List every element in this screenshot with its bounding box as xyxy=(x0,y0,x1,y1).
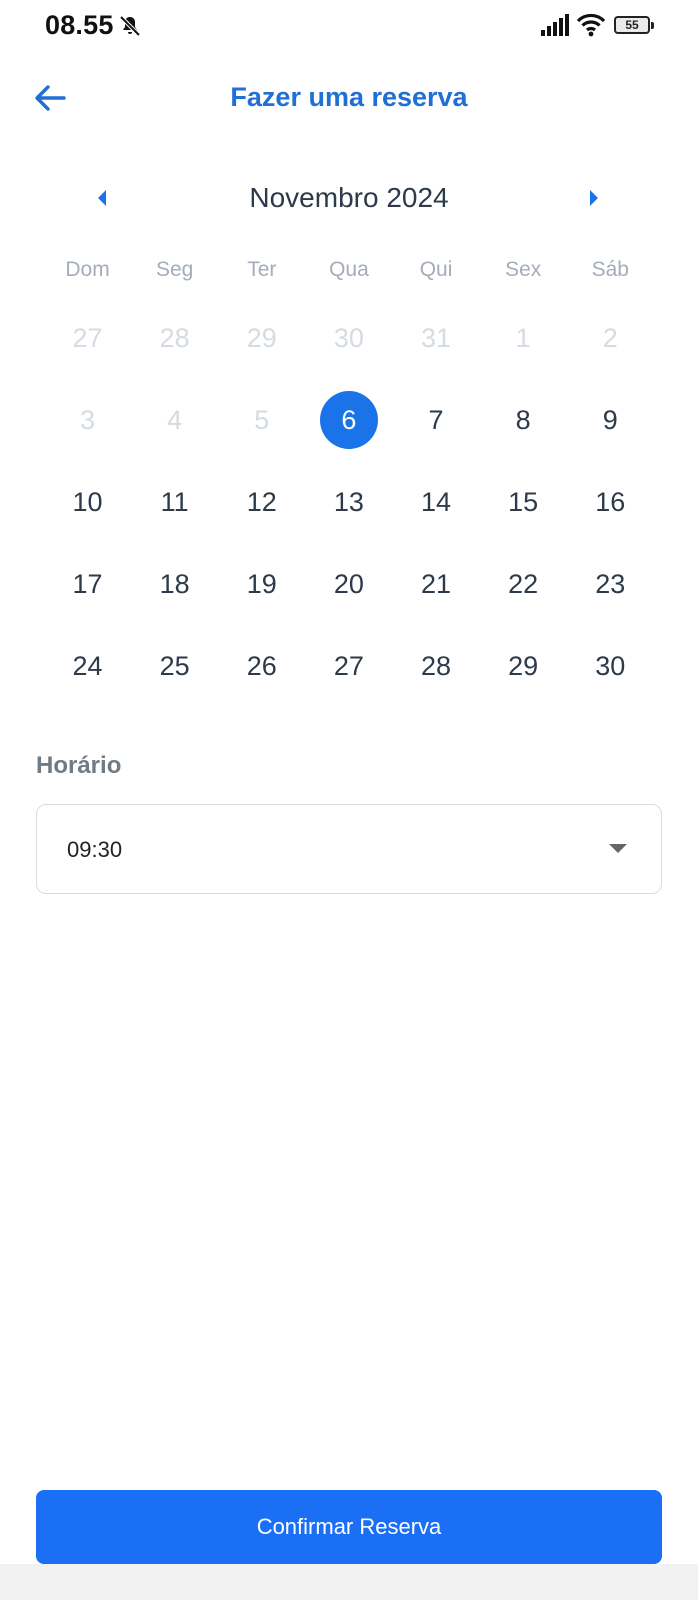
calendar-day[interactable]: 14 xyxy=(393,461,480,543)
calendar-day[interactable]: 15 xyxy=(480,461,567,543)
calendar-day[interactable]: 11 xyxy=(131,461,218,543)
weekday-label: Sex xyxy=(505,258,542,281)
time-select[interactable]: 09:30 xyxy=(36,804,662,894)
calendar-day: 31 xyxy=(393,297,480,379)
weekday-label: Sáb xyxy=(591,258,629,281)
calendar-day[interactable]: 30 xyxy=(567,625,654,707)
calendar-day[interactable]: 18 xyxy=(131,543,218,625)
calendar-day[interactable]: 7 xyxy=(393,379,480,461)
calendar-day[interactable]: 13 xyxy=(305,461,392,543)
battery-level: 55 xyxy=(625,18,639,32)
calendar-day[interactable]: 10 xyxy=(44,461,131,543)
calendar-day[interactable]: 25 xyxy=(131,625,218,707)
calendar-day[interactable]: 16 xyxy=(567,461,654,543)
day-number: 21 xyxy=(421,568,452,599)
day-number: 1 xyxy=(515,322,531,353)
day-number: 22 xyxy=(508,568,539,599)
next-month-button[interactable] xyxy=(584,185,606,211)
page-title: Fazer uma reserva xyxy=(230,82,468,112)
day-number: 27 xyxy=(72,322,103,353)
navigation-bar xyxy=(0,1564,698,1600)
day-number: 28 xyxy=(421,650,452,681)
calendar-day[interactable]: 29 xyxy=(480,625,567,707)
calendar-day[interactable]: 27 xyxy=(305,625,392,707)
calendar-day[interactable]: 19 xyxy=(218,543,305,625)
day-number: 26 xyxy=(246,650,277,681)
status-bar: 08.55 55 xyxy=(0,0,698,56)
calendar-day-selected[interactable]: 6 xyxy=(305,379,392,461)
battery-icon: 55 xyxy=(614,16,656,38)
day-number: 30 xyxy=(595,650,626,681)
day-number: 2 xyxy=(602,322,618,353)
weekday-label: Qui xyxy=(419,258,453,281)
calendar-day[interactable]: 12 xyxy=(218,461,305,543)
day-number: 18 xyxy=(159,568,190,599)
day-number: 6 xyxy=(319,391,378,449)
calendar-day[interactable]: 24 xyxy=(44,625,131,707)
bell-off-icon xyxy=(119,15,141,37)
calendar-day: 3 xyxy=(44,379,131,461)
calendar-day: 5 xyxy=(218,379,305,461)
time-value: 09:30 xyxy=(67,837,123,862)
cellular-signal-icon xyxy=(541,14,569,36)
day-number: 19 xyxy=(246,568,277,599)
calendar-day[interactable]: 8 xyxy=(480,379,567,461)
calendar-day[interactable]: 9 xyxy=(567,379,654,461)
day-number: 3 xyxy=(80,404,96,435)
day-number: 10 xyxy=(72,486,103,517)
day-number: 5 xyxy=(254,404,270,435)
time-label: Horário xyxy=(36,752,122,779)
weekday-label: Ter xyxy=(247,258,277,281)
day-number: 14 xyxy=(421,486,452,517)
chevron-down-icon xyxy=(609,844,627,853)
calendar-day[interactable]: 22 xyxy=(480,543,567,625)
calendar-day: 2 xyxy=(567,297,654,379)
day-number: 20 xyxy=(333,568,364,599)
caret-right-icon xyxy=(590,190,598,206)
calendar-day[interactable]: 26 xyxy=(218,625,305,707)
day-number: 16 xyxy=(595,486,626,517)
calendar-day: 27 xyxy=(44,297,131,379)
calendar-day[interactable]: 23 xyxy=(567,543,654,625)
previous-month-button[interactable] xyxy=(90,185,112,211)
day-number: 29 xyxy=(508,650,539,681)
calendar-day: 29 xyxy=(218,297,305,379)
calendar-day: 1 xyxy=(480,297,567,379)
calendar-day: 28 xyxy=(131,297,218,379)
day-number: 30 xyxy=(333,322,364,353)
confirm-reservation-button[interactable]: Confirmar Reserva xyxy=(36,1490,662,1564)
calendar-grid: 27 28 29 30 31 1 2 3 4 5 6 7 8 9 10 11 12 13 14 15 16 17 18 19 2… xyxy=(44,297,654,707)
day-number: 15 xyxy=(508,486,539,517)
caret-left-icon xyxy=(98,190,106,206)
day-number: 25 xyxy=(159,650,190,681)
day-number: 24 xyxy=(72,650,103,681)
weekday-label: Seg xyxy=(156,258,194,281)
calendar-day: 30 xyxy=(305,297,392,379)
day-number: 17 xyxy=(72,568,103,599)
day-number: 27 xyxy=(333,650,364,681)
day-number: 4 xyxy=(167,404,183,435)
day-number: 29 xyxy=(246,322,277,353)
day-number: 9 xyxy=(602,404,618,435)
day-number: 11 xyxy=(160,486,189,517)
day-number: 23 xyxy=(595,568,626,599)
calendar-day[interactable]: 21 xyxy=(393,543,480,625)
calendar-day[interactable]: 17 xyxy=(44,543,131,625)
day-number: 13 xyxy=(333,486,364,517)
calendar-day: 4 xyxy=(131,379,218,461)
month-label: Novembro 2024 xyxy=(249,182,449,213)
weekday-label: Qua xyxy=(329,258,369,281)
day-number: 8 xyxy=(515,404,531,435)
calendar-day[interactable]: 20 xyxy=(305,543,392,625)
day-number: 12 xyxy=(246,486,277,517)
day-number: 31 xyxy=(421,322,452,353)
calendar-day[interactable]: 28 xyxy=(393,625,480,707)
day-number: 7 xyxy=(428,404,444,435)
status-time: 08.55 xyxy=(45,10,114,40)
weekday-label: Dom xyxy=(65,258,110,281)
wifi-icon xyxy=(576,13,606,37)
day-number: 28 xyxy=(159,322,190,353)
weekday-header: Dom Seg Ter Qua Qui Sex Sáb xyxy=(44,258,654,282)
